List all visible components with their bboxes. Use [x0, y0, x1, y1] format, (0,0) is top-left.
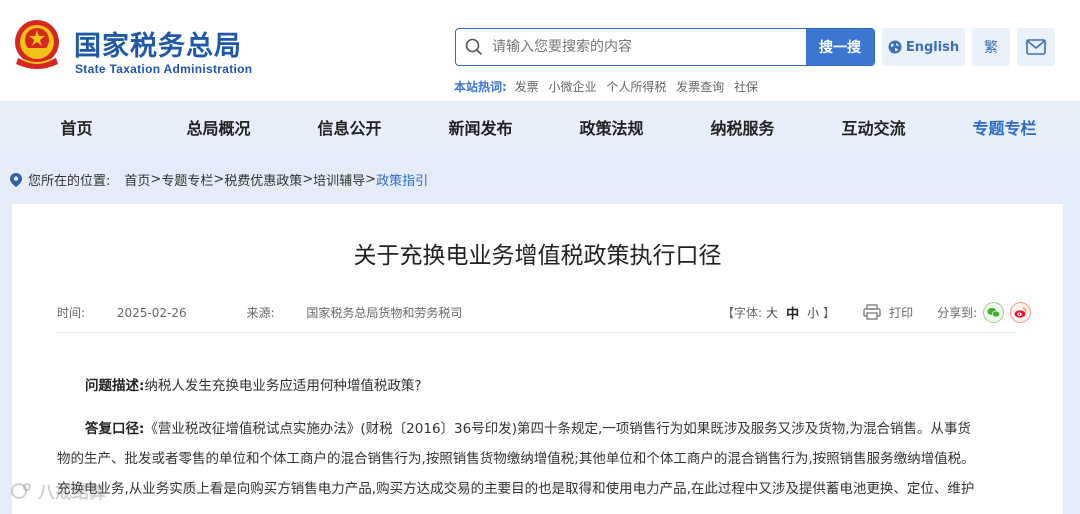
hot-word-link[interactable]: 发票查询: [676, 80, 724, 94]
hot-words-label: 本站热词:: [454, 80, 507, 94]
article-source: 来源: 国家税务总局货物和劳务税司: [246, 306, 490, 320]
publish-time-value: 2025-02-26: [116, 306, 187, 320]
mail-icon: [1026, 39, 1046, 55]
answer-line-1: 答复口径:《营业税改征增值税试点实施办法》(财税〔2016〕36号印发)第四十条…: [57, 414, 1019, 444]
article-tools: 【字体: 大 中 小 】 打印 分享到:: [722, 300, 1032, 324]
article-meta: 时间: 2025-02-26 来源: 国家税务总局货物和劳务税司: [57, 304, 518, 321]
font-size-large-button[interactable]: 大: [766, 304, 778, 321]
print-button[interactable]: 打印: [863, 304, 913, 321]
search-button[interactable]: 搜一搜: [806, 29, 874, 65]
main-nav: 首页 总局概况 信息公开 新闻发布 政策法规 纳税服务 互动交流 专题专栏: [0, 101, 1080, 153]
english-version-button[interactable]: English: [882, 28, 965, 66]
breadcrumb-separator: >: [302, 172, 314, 187]
question-label: 问题描述:: [85, 378, 145, 394]
search-icon: [465, 38, 483, 56]
question-text: 纳税人发生充换电业务应适用何种增值税政策?: [144, 378, 422, 394]
font-size-small-button[interactable]: 小: [807, 304, 819, 321]
share-label: 分享到:: [937, 305, 978, 320]
site-name-english[interactable]: State Taxation Administration: [75, 62, 252, 76]
question-paragraph: 问题描述:纳税人发生充换电业务应适用何种增值税政策?: [57, 371, 1019, 401]
hot-word-link[interactable]: 个人所得税: [606, 80, 666, 94]
answer-paragraph: 答复口径:《营业税改征增值税试点实施办法》(财税〔2016〕36号印发)第四十条…: [57, 414, 1019, 504]
nav-item-special-topics[interactable]: 专题专栏: [939, 101, 1070, 153]
hot-word-link[interactable]: 发票: [515, 80, 539, 94]
site-name-chinese[interactable]: 国家税务总局: [74, 24, 242, 63]
breadcrumb-link-home[interactable]: 首页: [124, 170, 150, 189]
watermark: 八戒结算: [10, 478, 106, 503]
answer-line-2: 物的生产、批发或者零售的单位和个体工商户的混合销售行为,按照销售货物缴纳增值税;…: [57, 451, 975, 467]
national-emblem-logo[interactable]: [12, 18, 62, 74]
source-value: 国家税务总局货物和劳务税司: [306, 306, 463, 320]
hot-words: 本站热词: 发票 小微企业 个人所得税 发票查询 社保: [454, 78, 764, 95]
publish-time-label: 时间:: [57, 306, 86, 320]
watermark-text: 八戒结算: [38, 483, 106, 503]
font-size-bracket-end: 】: [823, 305, 836, 320]
font-size-medium-button[interactable]: 中: [786, 303, 799, 322]
location-pin-icon: [10, 172, 22, 187]
nav-item-home[interactable]: 首页: [0, 101, 153, 153]
weibo-share-button[interactable]: [1010, 301, 1032, 323]
nav-item-info-disclosure[interactable]: 信息公开: [284, 101, 415, 153]
article-title: 关于充换电业务增值税政策执行口径: [353, 243, 722, 269]
breadcrumb-separator: >: [365, 172, 377, 187]
english-label: English: [905, 39, 960, 55]
breadcrumb-separator: >: [213, 172, 225, 187]
breadcrumb-link-tax-preferences[interactable]: 税费优惠政策: [224, 170, 302, 189]
font-size-label: 【字体:: [722, 305, 763, 320]
nav-item-overview[interactable]: 总局概况: [153, 101, 284, 153]
breadcrumb-link-special-topics[interactable]: 专题专栏: [161, 170, 213, 189]
wechat-share-button[interactable]: [983, 301, 1005, 323]
answer-line-3: 充换电业务,从业务实质上看是向购买方销售电力产品,购买方达成交易的主要目的也是取…: [57, 481, 975, 497]
breadcrumb-current[interactable]: 政策指引: [376, 170, 428, 189]
search-box: 搜一搜: [455, 28, 875, 66]
wechat-icon: [987, 307, 1001, 317]
breadcrumb-prefix: 您所在的位置:: [28, 174, 111, 189]
nav-item-tax-service[interactable]: 纳税服务: [677, 101, 808, 153]
watermark-logo-icon: [11, 482, 31, 499]
hot-word-link[interactable]: 小微企业: [548, 80, 596, 94]
answer-label: 答复口径:: [85, 421, 145, 437]
meta-divider: [57, 332, 1015, 333]
nav-item-interaction[interactable]: 互动交流: [808, 101, 939, 153]
breadcrumb-separator: >: [150, 172, 162, 187]
mail-button[interactable]: [1017, 28, 1055, 66]
print-label: 打印: [889, 305, 914, 320]
nav-item-policies[interactable]: 政策法规: [546, 101, 677, 153]
traditional-chinese-button[interactable]: 繁: [972, 28, 1010, 66]
hot-word-link[interactable]: 社保: [734, 80, 758, 94]
globe-icon: [888, 40, 902, 54]
answer-text-1: 《营业税改征增值税试点实施办法》(财税〔2016〕36号印发)第四十条规定,一项…: [144, 421, 972, 437]
source-label: 来源:: [246, 306, 275, 320]
breadcrumb-link-training[interactable]: 培训辅导: [313, 170, 365, 189]
printer-icon: [863, 304, 881, 320]
publish-time: 时间: 2025-02-26: [57, 306, 215, 320]
site-header: 国家税务总局 State Taxation Administration 搜一搜…: [0, 0, 1080, 101]
breadcrumb: 您所在的位置: 首页 > 专题专栏 > 税费优惠政策 > 培训辅导 > 政策指引: [10, 170, 428, 189]
search-input[interactable]: [492, 29, 807, 65]
weibo-icon: [1014, 307, 1027, 318]
nav-item-news[interactable]: 新闻发布: [415, 101, 546, 153]
